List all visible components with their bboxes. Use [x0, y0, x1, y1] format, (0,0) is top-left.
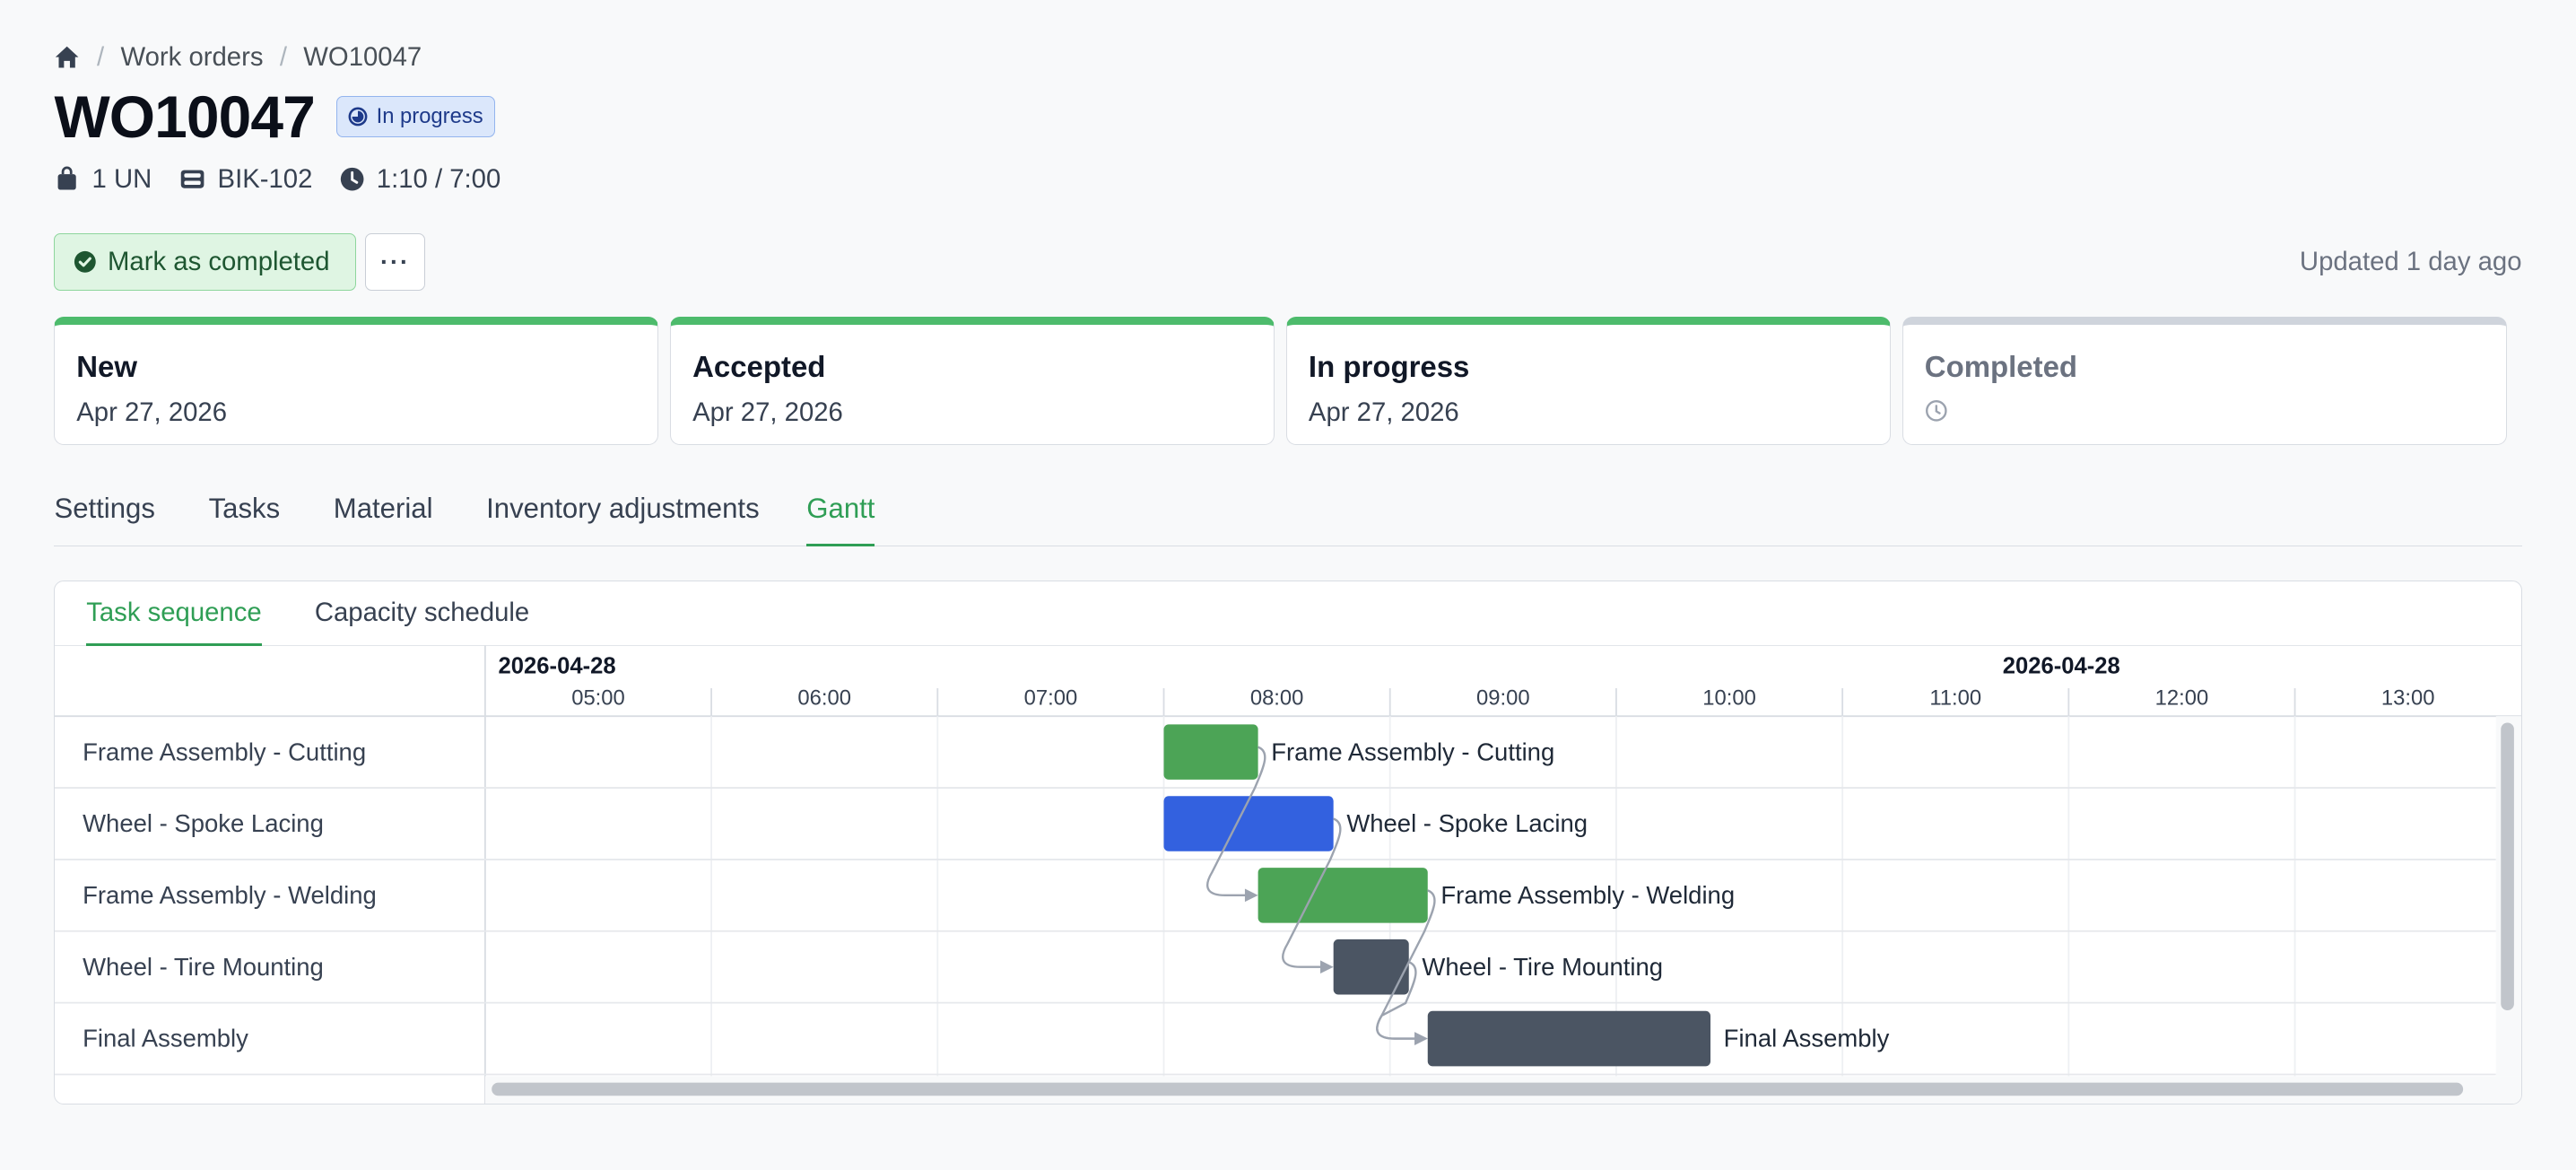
- status-step-name: Accepted: [692, 349, 826, 383]
- mark-completed-label: Mark as completed: [108, 247, 330, 277]
- tab-material[interactable]: Material: [334, 493, 433, 544]
- product-meta: BIK-102: [178, 164, 313, 195]
- status-badge: In progress: [335, 96, 496, 137]
- product-value[interactable]: BIK-102: [218, 164, 313, 195]
- status-step-in-progress: In progress Apr 27, 2026: [1286, 317, 1892, 446]
- gantt-bar-label: Wheel - Tire Mounting: [1423, 952, 1664, 980]
- status-step-completed: Completed: [1902, 317, 2507, 446]
- gantt-task-name[interactable]: Frame Assembly - Cutting: [83, 738, 367, 765]
- mark-completed-button[interactable]: Mark as completed: [54, 233, 357, 292]
- gantt-bar-label: Final Assembly: [1724, 1024, 1890, 1052]
- status-step-date: Apr 27, 2026: [1308, 397, 1459, 428]
- title-row: WO10047 In progress: [54, 83, 496, 152]
- breadcrumb: / Work orders / WO10047: [54, 39, 422, 75]
- gantt-bar-label: Wheel - Spoke Lacing: [1347, 809, 1588, 837]
- status-step-date: Apr 27, 2026: [76, 397, 228, 428]
- tab-settings[interactable]: Settings: [54, 493, 154, 544]
- gantt-hour-label: 09:00: [1476, 685, 1530, 710]
- breadcrumb-separator: /: [97, 42, 105, 73]
- time-meta: 1:10 / 7:00: [339, 163, 501, 195]
- status-steps: New Apr 27, 2026 Accepted Apr 27, 2026 I…: [54, 317, 2508, 446]
- gantt-dependency-arrow: [1245, 888, 1259, 902]
- inventory-icon: [180, 170, 204, 188]
- gantt-hour-label: 13:00: [2381, 685, 2435, 710]
- check-circle-icon: [74, 251, 96, 274]
- gantt-hour-label: 05:00: [572, 685, 626, 710]
- gantt-date-label: 2026-04-28: [499, 653, 616, 678]
- time-value: 1:10 / 7:00: [376, 163, 501, 194]
- status-step-new: New Apr 27, 2026: [54, 317, 659, 446]
- tab-tasks[interactable]: Tasks: [209, 493, 281, 544]
- gantt-task-bar[interactable]: [1428, 1010, 1711, 1066]
- more-actions-button[interactable]: ···: [364, 233, 426, 292]
- more-icon: ···: [380, 248, 410, 276]
- status-step-name: New: [76, 349, 137, 383]
- updated-timestamp: Updated 1 day ago: [2299, 246, 2522, 276]
- gantt-dependency-arrow: [1414, 1031, 1429, 1045]
- gantt-hour-label: 11:00: [1930, 685, 1982, 710]
- tab-gantt[interactable]: Gantt: [806, 493, 875, 547]
- quantity-value: 1 UN: [91, 163, 152, 194]
- breadcrumb-work-orders[interactable]: Work orders: [121, 42, 264, 73]
- gantt-hour-label: 08:00: [1250, 685, 1304, 710]
- gantt-hour-label: 10:00: [1703, 685, 1757, 710]
- page-title: WO10047: [54, 83, 315, 151]
- gantt-bar-label: Frame Assembly - Welding: [1441, 881, 1736, 909]
- bag-icon: [58, 166, 77, 190]
- gantt-task-name[interactable]: Wheel - Spoke Lacing: [83, 809, 325, 837]
- work-order-meta: 1 UN BIK-102 1:10 / 7:00: [54, 162, 500, 196]
- pending-clock-icon: [1925, 399, 1947, 422]
- status-step-date: Apr 27, 2026: [692, 397, 843, 428]
- clock-icon: [340, 167, 364, 191]
- gantt-task-name[interactable]: Wheel - Tire Mounting: [83, 952, 325, 980]
- gantt-chart: 2026-04-28 2026-04-28 05:00 06:00 07:00 08:00…: [55, 644, 2521, 1104]
- status-step-accepted: Accepted Apr 27, 2026: [670, 317, 1275, 446]
- work-order-tabs: Settings Tasks Material Inventory adjust…: [54, 486, 2522, 547]
- gantt-hour-label: 06:00: [798, 685, 852, 710]
- gantt-panel: Task sequence Capacity schedule 2026-04-…: [54, 580, 2522, 1105]
- gantt-dependency-arrow: [1320, 959, 1335, 974]
- gantt-hour-label: 07:00: [1024, 685, 1078, 710]
- breadcrumb-current: WO10047: [303, 42, 422, 73]
- status-badge-label: In progress: [376, 104, 483, 129]
- gantt-task-bar[interactable]: [1258, 867, 1429, 923]
- gantt-date-label: 2026-04-28: [2003, 653, 2120, 678]
- gantt-hour-label: 12:00: [2155, 685, 2209, 710]
- status-step-name: In progress: [1308, 349, 1470, 383]
- quantity-meta: 1 UN: [54, 164, 152, 195]
- gantt-task-bar[interactable]: [1163, 723, 1259, 780]
- gantt-task-name[interactable]: Frame Assembly - Welding: [83, 881, 378, 909]
- gantt-task-bar[interactable]: [1163, 795, 1335, 851]
- status-step-name: Completed: [1924, 349, 2078, 383]
- progress-circle-icon: [349, 107, 368, 127]
- breadcrumb-separator: /: [279, 42, 287, 73]
- horizontal-scrollbar-thumb[interactable]: [492, 1082, 2464, 1096]
- gantt-bar-label: Frame Assembly - Cutting: [1272, 738, 1555, 765]
- gantt-task-name[interactable]: Final Assembly: [83, 1024, 249, 1052]
- vertical-scrollbar-thumb[interactable]: [2501, 722, 2515, 1010]
- action-bar: Mark as completed ···: [54, 233, 426, 292]
- tab-inventory-adjustments[interactable]: Inventory adjustments: [486, 493, 760, 544]
- home-icon[interactable]: [54, 44, 80, 70]
